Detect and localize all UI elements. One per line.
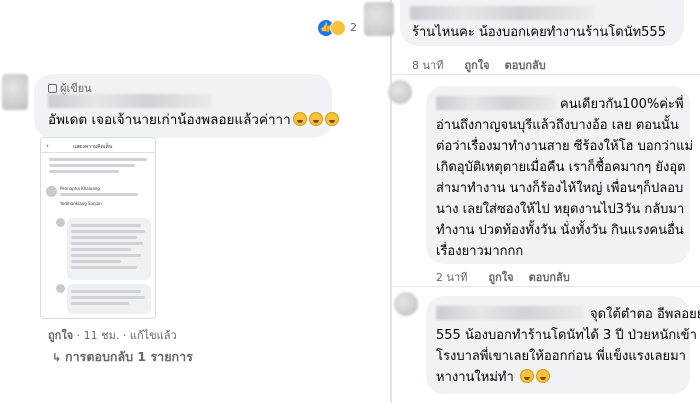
reply-arrow-icon: ↳ (52, 351, 66, 364)
left-panel: ผู้เขียน อัพเดต เจอเจ้านายเก่าน้องพลอยแล… (0, 0, 390, 403)
screenshot-name-b: Yodmanklang Sanjan (60, 201, 102, 206)
author-comment-meta: ถูกใจ · 11 ชม. · แก้ไขแล้ว (48, 329, 177, 342)
commenter-avatar[interactable] (364, 2, 394, 36)
reply-line: คนเดียวกัน100%ค่ะพี่ (560, 97, 684, 112)
rofl-emoji-icon (292, 112, 307, 126)
author-comment-bubble: ผู้เขียน อัพเดต เจอเจ้านายเก่าน้องพลอยแล… (34, 74, 339, 138)
reply-line: ต่อว่าเรื่องมาทำงานสาย ซีร้องให้โฮ บอกว่… (436, 139, 694, 154)
commenter-avatar[interactable] (388, 80, 412, 104)
reply-meta-2: 2 นาที ถูกใจ ตอบกลับ (436, 268, 570, 286)
reply-line: เกิดอุบัติเหตุตายเมื่อคืน เราก็ชื้อคมากๆ… (436, 160, 686, 175)
reply-meta-1: 8 นาที ถูกใจ ตอบกลับ (412, 56, 546, 74)
reply-bubble-2: คนเดียวกัน100%ค่ะพี่ อ่านถึงกาญจนบุรีแล้… (426, 86, 694, 264)
reply-line: นาง เลยใส่ซองให้ไป หยุดงานไป3วัน กลับมา (436, 202, 685, 217)
haha-icon (330, 20, 346, 36)
commenter-name-redacted[interactable] (436, 306, 584, 320)
commenter-avatar[interactable] (2, 74, 28, 110)
separator (392, 74, 700, 75)
like-link[interactable]: ถูกใจ (464, 59, 489, 72)
commenter-avatar[interactable] (394, 292, 418, 316)
reply-line: โรงบาลพี่เขาเลยให้ออกก่อน พี่แข็งแรงเลยม… (436, 349, 686, 364)
rofl-emoji-icon (308, 112, 323, 126)
author-badge-icon (48, 84, 57, 93)
screenshot-header: แสดงความคิดเห็น (73, 144, 113, 150)
reply-time-1[interactable]: 8 นาที (412, 59, 443, 72)
view-replies-link[interactable]: ↳ การตอบกลับ 1 รายการ (52, 347, 193, 367)
reply-link[interactable]: ตอบกลับ (505, 59, 546, 72)
reply-bubble-1: ร้านไหนคะ น้องบอกเคยทำงานร้านโดนัท555 (400, 0, 684, 46)
rofl-emoji-icon (519, 369, 534, 383)
reply-line: ทำงาน ปวดท้องทั้งวัน นั่งทั้งวัน กินแรงค… (436, 223, 684, 238)
like-link[interactable]: ถูกใจ (488, 271, 513, 284)
reaction-summary[interactable]: 👍 2 (318, 18, 362, 38)
reply-text-1: ร้านไหนคะ น้องบอกเคยทำงานร้านโดนัท555 (412, 25, 666, 40)
author-comment-text: อัพเดต เจอเจ้านายเก่าน้องพลอยแล้วค่าาา (48, 110, 339, 131)
screenshot-name-a: Pennapha Khaluang (60, 186, 100, 191)
reply-bubble-3: จุดใต้ตำตอ อีพลอยยยย 555 น้องบอกทำร้านโด… (426, 296, 700, 394)
reply-line: ส่ามาทำงาน นางก็ร้องไห้ใหญ่ เพื่อนๆก็ปลอ… (436, 181, 684, 196)
attached-screenshot[interactable]: ‹ แสดงความคิดเห็น Pennapha Khaluang Yodm… (40, 137, 156, 319)
right-panel: ร้านไหนคะ น้องบอกเคยทำงานร้านโดนัท555 8 … (364, 0, 700, 403)
reply-line: เรื่องยาวมากกก (436, 244, 524, 259)
edited-label: แก้ไขแล้ว (129, 329, 177, 342)
rofl-emoji-icon (535, 369, 550, 383)
commenter-name-redacted[interactable] (436, 96, 556, 110)
commenter-name-redacted[interactable] (410, 6, 594, 20)
reply-line: จุดใต้ตำตอ อีพลอยยยย (590, 307, 700, 322)
reaction-count: 2 (350, 21, 357, 34)
comment-time[interactable]: 11 ชม. (84, 329, 120, 342)
rofl-emoji-icon (324, 112, 339, 126)
reply-time-2[interactable]: 2 นาที (436, 271, 467, 284)
reply-line: อ่านถึงกาญจนบุรีแล้วถึงบางอ้อ เลย ตอนนั้… (436, 118, 679, 133)
reply-last-line: หางานใหม่ทำ (436, 367, 550, 388)
like-link[interactable]: ถูกใจ (48, 329, 73, 342)
commenter-name-redacted[interactable] (48, 94, 212, 108)
separator (392, 286, 700, 287)
screenshot-back-icon: ‹ (46, 142, 49, 150)
reply-line: 555 น้องบอกทำร้านโดนัทได้ 3 ปี ป่วยหนักเ… (436, 328, 697, 343)
reply-link[interactable]: ตอบกลับ (529, 271, 570, 284)
